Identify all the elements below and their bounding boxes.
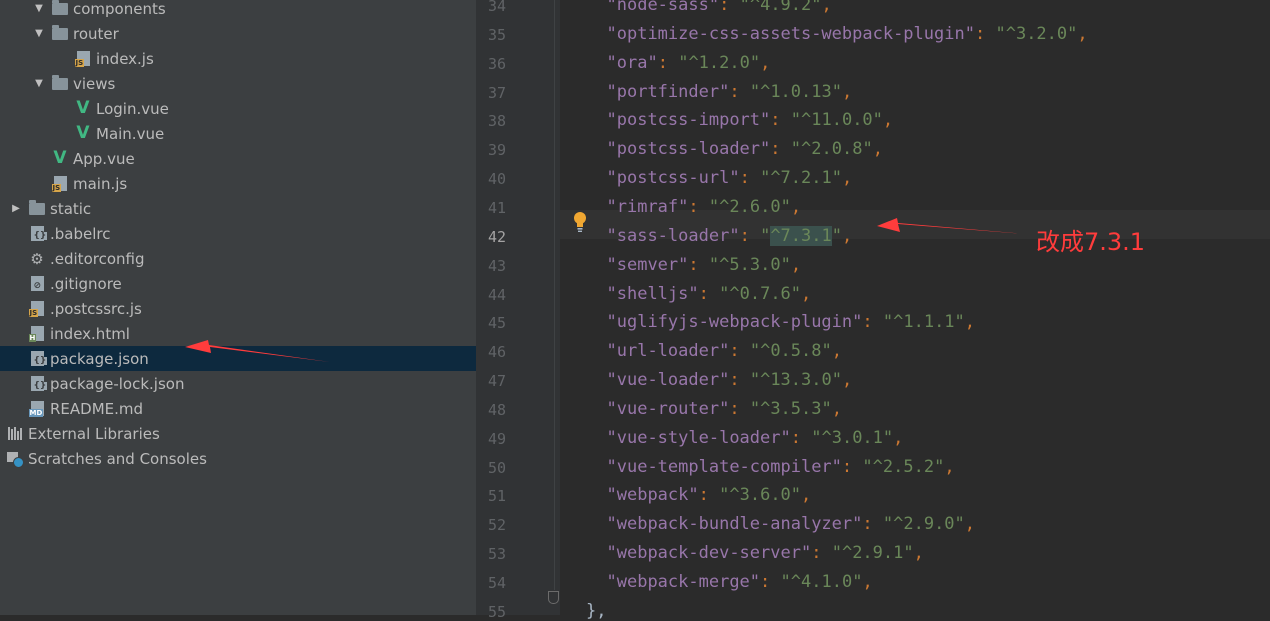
annotation-arrows <box>185 218 1025 362</box>
annotation-label: 改成7.3.1 <box>1036 228 1146 256</box>
arrow-to-sass-loader <box>877 218 1025 234</box>
arrow-to-package-json <box>185 340 330 362</box>
